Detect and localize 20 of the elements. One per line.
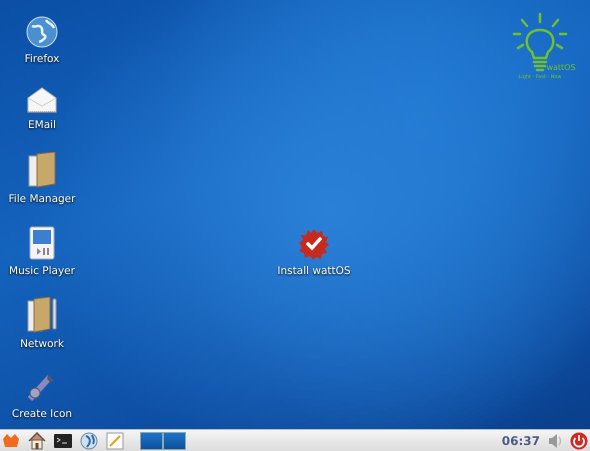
icon-label[interactable]: Install wattOS: [277, 264, 351, 280]
power-icon[interactable]: [570, 432, 588, 450]
home-icon[interactable]: [28, 432, 46, 450]
icon-label[interactable]: Create Icon: [12, 407, 72, 423]
envelope-icon[interactable]: [26, 86, 58, 114]
icon-label[interactable]: EMail: [28, 118, 56, 134]
folder-icon[interactable]: [27, 152, 57, 188]
workspace-switcher[interactable]: [163, 432, 186, 450]
workspace-switcher[interactable]: [140, 432, 163, 450]
logo-text: wattOS: [546, 62, 576, 74]
icon-label[interactable]: Music Player: [9, 264, 75, 280]
icon-label[interactable]: Network: [20, 337, 64, 354]
text-editor-icon[interactable]: [106, 432, 124, 450]
badge-check-icon[interactable]: [298, 228, 330, 260]
media-player-icon[interactable]: [28, 226, 55, 260]
icon-label[interactable]: Firefox: [24, 52, 60, 68]
clock[interactable]: 06:37: [502, 432, 540, 450]
folder-icon[interactable]: [26, 297, 58, 334]
icon-label[interactable]: File Manager: [8, 192, 76, 208]
terminal-icon[interactable]: [54, 434, 72, 448]
